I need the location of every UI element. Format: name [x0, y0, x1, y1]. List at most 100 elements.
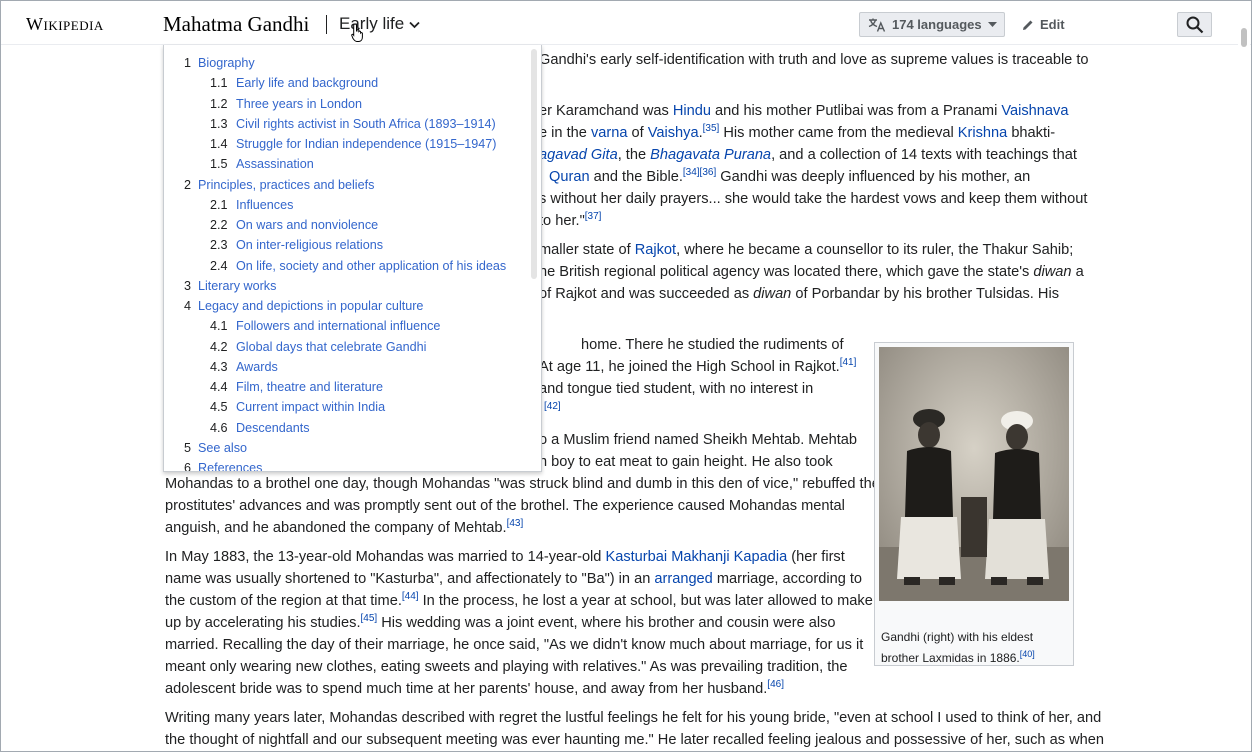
toc-item[interactable]: 4.3 Awards — [210, 360, 278, 374]
toc-item-number: 5 — [184, 440, 192, 455]
link-bhagavata-purana[interactable]: Bhagavata Purana — [650, 147, 771, 163]
paragraph-line: he British regional political agency was… — [539, 264, 1084, 280]
gandhi-brothers-photo[interactable] — [879, 347, 1069, 601]
toc-item-label: Legacy and depictions in popular culture — [198, 299, 424, 313]
paragraph-line: Quran and the Bible.[34][36] Gandhi was … — [549, 167, 1031, 185]
toc-item-label: Global days that celebrate Gandhi — [236, 339, 427, 354]
languages-button[interactable]: 174 languages — [859, 12, 1005, 37]
toc-item[interactable]: 1.2 Three years in London — [210, 97, 362, 111]
toc-item[interactable]: 1.1 Early life and background — [210, 76, 378, 90]
toc-item-label: Film, theatre and literature — [236, 380, 383, 394]
paragraph-line: agavad Gita, the Bhagavata Purana, and a… — [539, 147, 1077, 163]
toc-scrollbar[interactable] — [531, 49, 537, 279]
link-vaishnava[interactable]: Vaishnava — [1001, 103, 1068, 119]
toc-item-number: 4.1 — [210, 319, 228, 334]
mouse-cursor-icon — [351, 23, 363, 42]
toc-item-number: 2.1 — [210, 197, 228, 212]
citation[interactable]: [45] — [361, 613, 378, 624]
toc-item-number: 2.3 — [210, 238, 228, 253]
paragraph-line: prostitutes' advances and was promptly s… — [165, 498, 845, 514]
citation[interactable]: [42] — [544, 401, 561, 412]
link-krishna[interactable]: Krishna — [958, 125, 1007, 141]
toc-item[interactable]: 4.2 Global days that celebrate Gandhi — [210, 340, 426, 354]
paragraph-line: name was usually shortened to "Kasturba"… — [165, 571, 863, 587]
toc-item-number: 2 — [184, 177, 192, 192]
paragraph-line: to her."[37] — [539, 211, 602, 229]
citation[interactable]: [41] — [840, 357, 857, 368]
toc-item[interactable]: 2.4 On life, society and other applicatio… — [210, 259, 506, 273]
toc-item-number: 4.2 — [210, 339, 228, 354]
citation[interactable]: [35] — [703, 123, 720, 134]
toc-item-label: Biography — [198, 56, 255, 70]
toc-item[interactable]: 2 Principles, practices and beliefs — [184, 178, 374, 192]
page-scrollbar-thumb[interactable] — [1241, 28, 1247, 47]
page-title: Mahatma Gandhi — [163, 12, 310, 36]
paragraph-line: s without her daily prayers... she would… — [539, 191, 1088, 207]
toc-item-label: Struggle for Indian independence (1915–1… — [236, 137, 497, 151]
toc-item-number: 4.3 — [210, 359, 228, 374]
toc-item-number: 4.5 — [210, 400, 228, 415]
toc-item-label: Followers and international influence — [236, 319, 441, 334]
toc-item[interactable]: 1.3 Civil rights activist in South Africa… — [210, 117, 496, 131]
toc-item-label: Influences — [236, 197, 294, 212]
page-scrollbar[interactable] — [1238, 1, 1250, 751]
toc-item[interactable]: 1.5 Assassination — [210, 157, 314, 171]
link-bhagavad-gita[interactable]: agavad Gita — [539, 147, 618, 163]
toc-item[interactable]: 2.2 On wars and nonviolence — [210, 218, 378, 232]
toc-item-label: Descendants — [236, 420, 310, 435]
toc-item[interactable]: 4.6 Descendants — [210, 421, 310, 435]
paragraph-line: Mohandas to a brothel one day, though Mo… — [165, 476, 880, 492]
table-of-contents-dropdown: 1 Biography 1.1 Early life and background 1.… — [163, 45, 542, 472]
toc-item[interactable]: 4 Legacy and depictions in popular cultur… — [184, 299, 423, 313]
edit-label: Edit — [1040, 17, 1065, 32]
toc-item-number: 1.1 — [210, 76, 228, 91]
browser-frame: Wikipedia Mahatma Gandhi Early life 174 … — [0, 0, 1252, 752]
search-button[interactable] — [1177, 12, 1212, 37]
toc-item-label: See also — [198, 440, 248, 455]
paragraph-line: home. There he studied the rudiments of — [581, 337, 844, 353]
link-quran[interactable]: Quran — [549, 169, 590, 185]
toc-item-number: 2.4 — [210, 258, 228, 273]
toc-item[interactable]: 1.4 Struggle for Indian independence (191… — [210, 137, 496, 151]
toc-item[interactable]: 1 Biography — [184, 56, 255, 70]
citation[interactable]: [37] — [585, 211, 602, 222]
paragraph-line: the custom of the region at that time.[4… — [165, 591, 873, 609]
toc-item-number: 6 — [184, 461, 192, 472]
toc-item-number: 2.2 — [210, 218, 228, 232]
edit-button[interactable]: Edit — [1022, 17, 1065, 32]
toc-item[interactable]: 5 See also — [184, 441, 247, 455]
link-varna[interactable]: varna — [591, 125, 628, 141]
toc-item-label: On wars and nonviolence — [236, 218, 379, 232]
wikipedia-logo[interactable]: Wikipedia — [26, 14, 104, 35]
toc-item[interactable]: 2.3 On inter-religious relations — [210, 238, 383, 252]
link-rajkot[interactable]: Rajkot — [635, 242, 676, 258]
citation[interactable]: [43] — [507, 518, 524, 529]
paragraph-line: meant only wearing new clothes, eating s… — [165, 659, 848, 675]
toc-item-label: Three years in London — [236, 96, 363, 111]
toc-item[interactable]: 3 Literary works — [184, 279, 276, 293]
paragraph-line: [42] — [544, 400, 561, 422]
pencil-icon — [1023, 20, 1033, 30]
toc-item-label: Early life and background — [236, 76, 379, 91]
paragraph-line: up by accelerating his studies.[45] His … — [165, 613, 836, 631]
paragraph-line: adolescent bride was to spend much time … — [165, 679, 784, 697]
toc-item[interactable]: 4.1 Followers and international influence — [210, 319, 440, 333]
toc-item-label: On life, society and other application o… — [236, 258, 507, 273]
toc-item[interactable]: 4.5 Current impact within India — [210, 400, 385, 414]
toc-item[interactable]: 6 References — [184, 461, 262, 472]
citation[interactable]: [40] — [1020, 649, 1035, 659]
toc-item[interactable]: 4.4 Film, theatre and literature — [210, 380, 383, 394]
link-arranged-marriage[interactable]: arranged — [654, 571, 712, 587]
paragraph-line: o a Muslim friend named Sheikh Mehtab. M… — [539, 432, 857, 448]
toc-item[interactable]: 2.1 Influences — [210, 198, 293, 212]
link-kasturbai[interactable]: Kasturbai Makhanji Kapadia — [605, 549, 787, 565]
toc-item-label: Literary works — [198, 278, 277, 293]
citation[interactable]: [34][36] — [683, 167, 716, 178]
toc-item-number: 3 — [184, 278, 192, 293]
toc-item-number: 1.5 — [210, 157, 228, 172]
link-hindu[interactable]: Hindu — [673, 103, 711, 119]
citation[interactable]: [46] — [767, 679, 784, 690]
citation[interactable]: [44] — [402, 591, 419, 602]
link-vaishya[interactable]: Vaishya — [648, 125, 699, 141]
toc-item-label: Civil rights activist in South Africa (1… — [236, 116, 496, 131]
